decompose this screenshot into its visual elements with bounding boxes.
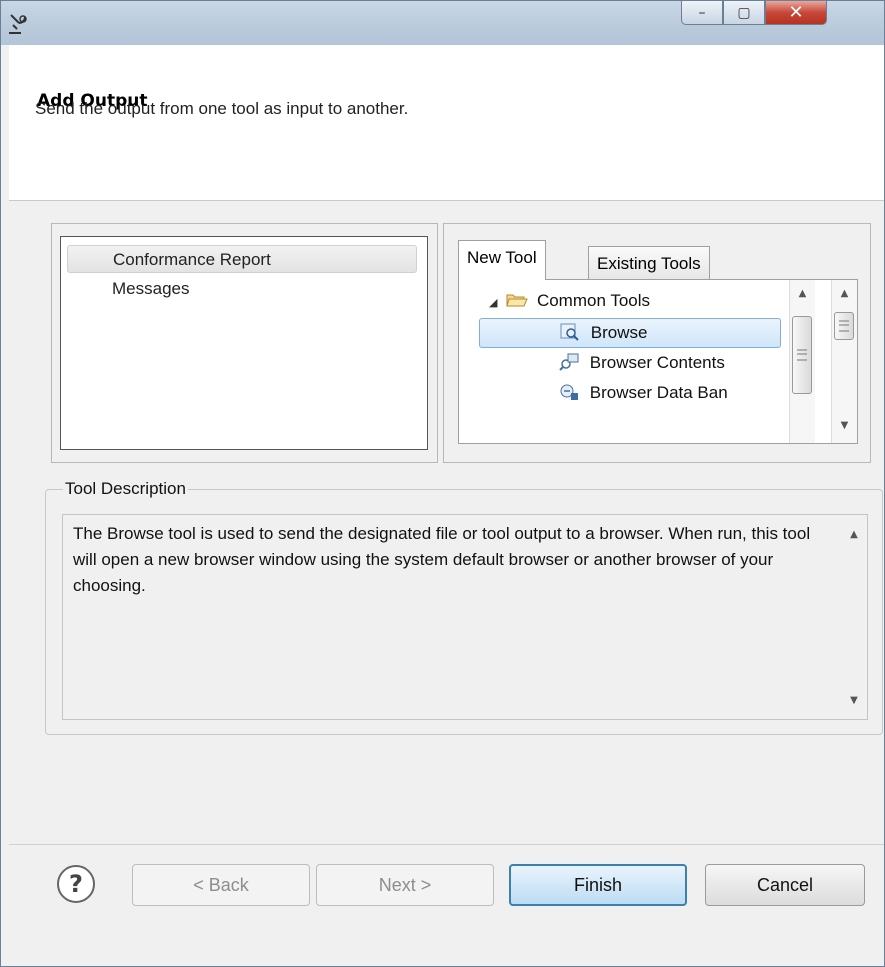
list-item-conformance-report[interactable]: Conformance Report <box>67 245 417 273</box>
tree-inner-scrollbar[interactable]: ▲ <box>789 280 815 443</box>
tool-description-legend: Tool Description <box>63 479 188 499</box>
help-icon[interactable]: ? <box>57 865 95 903</box>
list-item-messages[interactable]: Messages <box>67 275 189 303</box>
tab-existing-tools[interactable]: Existing Tools <box>588 246 710 280</box>
dialog-subtitle: Send the output from one tool as input t… <box>35 99 409 118</box>
tree-item-browser-contents-label: Browser Contents <box>589 353 725 372</box>
tool-description-text: The Browse tool is used to send the desi… <box>73 524 811 595</box>
maximize-button[interactable]: ▢ <box>723 1 765 25</box>
minimize-button[interactable]: – <box>681 1 723 25</box>
tree-item-browser-contents[interactable]: Browser Contents <box>559 348 725 378</box>
tab-new-tool[interactable]: New Tool <box>458 240 546 280</box>
browse-icon <box>560 322 580 341</box>
expand-arrow-icon[interactable]: ◢ <box>489 297 497 309</box>
tree-item-browser-data-label: Browser Data Ban <box>589 383 728 402</box>
scroll-up-icon[interactable]: ▲ <box>790 284 815 304</box>
back-button[interactable]: < Back <box>132 864 310 906</box>
tab-content: ◢ Common Tools Browse Browser Contents B… <box>458 279 858 444</box>
output-list[interactable]: Conformance Report Messages <box>60 236 428 450</box>
add-output-dialog: – ▢ ✕ Add Output Send the output from on… <box>0 0 885 967</box>
cancel-button[interactable]: Cancel <box>705 864 865 906</box>
next-button[interactable]: Next > <box>316 864 494 906</box>
tree-folder-label: Common Tools <box>536 291 651 310</box>
app-satellite-icon <box>7 11 31 35</box>
scroll-up-icon[interactable]: ▲ <box>841 525 867 545</box>
tree-outer-scrollbar[interactable]: ▲ ▼ <box>831 280 857 443</box>
close-button[interactable]: ✕ <box>765 1 827 25</box>
footer-separator <box>9 844 884 845</box>
output-panel: Conformance Report Messages <box>51 223 438 463</box>
scroll-down-icon[interactable]: ▼ <box>832 416 857 436</box>
description-scrollbar[interactable]: ▲ ▼ <box>841 517 867 717</box>
browser-data-icon <box>559 381 579 400</box>
scroll-thumb[interactable] <box>834 312 854 340</box>
browser-contents-icon <box>559 351 579 371</box>
finish-button[interactable]: Finish <box>509 864 687 906</box>
tree-folder-common-tools[interactable]: ◢ Common Tools <box>489 286 650 316</box>
tree-item-browse-label: Browse <box>590 323 648 342</box>
scroll-down-icon[interactable]: ▼ <box>841 691 867 711</box>
dialog-header: Add Output <box>9 45 884 201</box>
tree-item-browse[interactable]: Browse <box>479 318 781 348</box>
scroll-thumb[interactable] <box>792 316 812 394</box>
tool-panel: New Tool Existing Tools ◢ Common Tools B… <box>443 223 871 463</box>
tree-item-browser-data[interactable]: Browser Data Ban <box>559 378 728 408</box>
scroll-up-icon[interactable]: ▲ <box>832 284 857 304</box>
title-bar: – ▢ ✕ <box>1 1 884 45</box>
folder-icon <box>506 288 528 307</box>
